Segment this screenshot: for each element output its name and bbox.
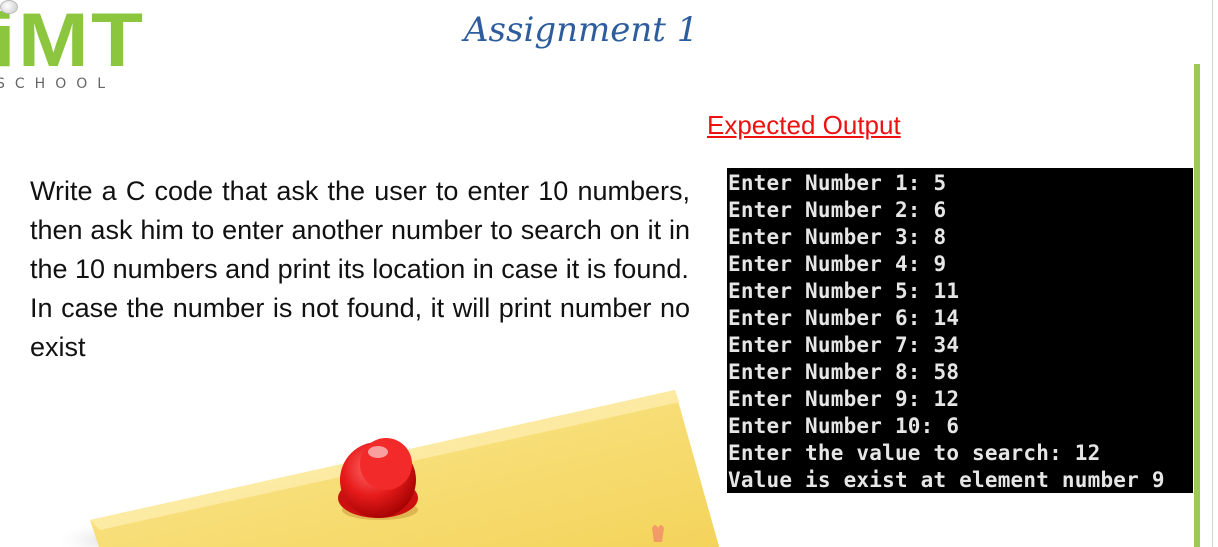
console-line: Enter Number 6: 14 [728, 306, 960, 330]
imt-school-logo: iMT SCHOOL [0, 0, 180, 100]
right-margin-line [1212, 0, 1213, 547]
sticky-note-pin-illustration [60, 390, 720, 547]
console-line: Enter Number 3: 8 [728, 225, 947, 249]
assignment-description: Write a C code that ask the user to ente… [30, 172, 690, 367]
console-line: Enter Number 9: 12 [728, 387, 960, 411]
expected-output-label: Expected Output [707, 110, 901, 140]
console-line: Enter Number 10: 6 [728, 414, 960, 438]
console-line: Enter the value to search: 12 [728, 441, 1101, 465]
logo-dot-icon [0, 0, 18, 14]
console-line: Enter Number 2: 6 [728, 198, 947, 222]
description-paragraph-1: Write a C code that ask the user to ente… [30, 176, 690, 284]
description-paragraph-2: In case the number is not found, it will… [30, 293, 690, 362]
console-line: Enter Number 1: 5 [728, 171, 947, 195]
pin-top [360, 438, 412, 490]
pin-glare [368, 446, 388, 458]
console-output: Enter Number 1: 5 Enter Number 2: 6 Ente… [727, 168, 1193, 493]
console-line: Enter Number 7: 34 [728, 333, 960, 357]
assignment-title: Assignment 1 [464, 10, 699, 50]
console-line: Value is exist at element number 9 [728, 468, 1165, 492]
slide: iMT SCHOOL Assignment 1 Expected Output … [0, 0, 1218, 547]
right-accent-bar [1194, 64, 1200, 547]
logo-school-text: SCHOOL [0, 76, 116, 92]
logo-letters: iMT [0, 0, 146, 83]
console-line: Enter Number 8: 58 [728, 360, 960, 384]
console-line: Enter Number 5: 11 [728, 279, 960, 303]
console-line: Enter Number 4: 9 [728, 252, 947, 276]
